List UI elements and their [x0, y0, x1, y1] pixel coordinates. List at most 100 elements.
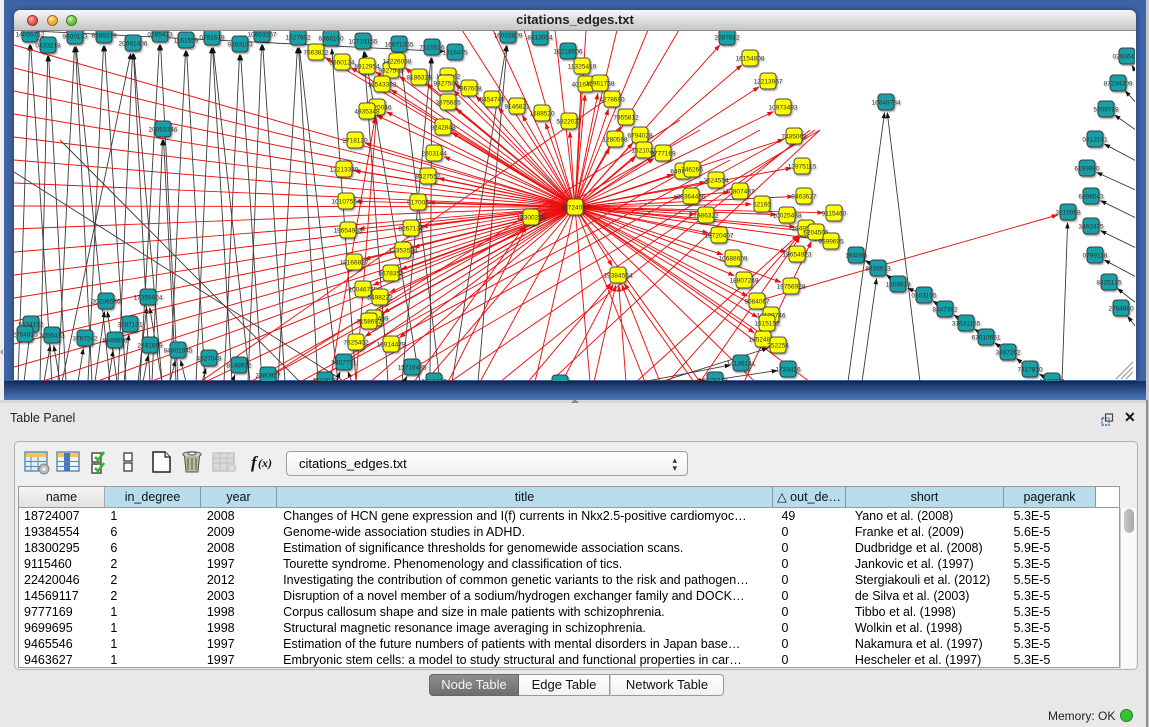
svg-text:164095: 164095 [845, 253, 867, 260]
svg-text:8813054: 8813054 [527, 35, 553, 42]
svg-text:1280598: 1280598 [602, 137, 628, 144]
svg-text:14136141: 14136141 [727, 361, 756, 368]
svg-text:252254: 252254 [767, 343, 789, 350]
svg-text:19756928: 19756928 [777, 284, 806, 291]
svg-text:15300285: 15300285 [517, 215, 546, 222]
svg-text:4278680: 4278680 [599, 97, 625, 104]
svg-text:2718120: 2718120 [342, 138, 368, 145]
svg-text:1527602: 1527602 [285, 35, 311, 42]
svg-text:3875685: 3875685 [435, 100, 461, 107]
svg-text:10719155: 10719155 [349, 39, 378, 46]
svg-text:13226058: 13226058 [383, 59, 412, 66]
svg-text:11325419: 11325419 [568, 64, 597, 71]
svg-text:1615152: 1615152 [754, 321, 780, 328]
svg-text:0265423: 0265423 [147, 32, 173, 39]
svg-text:4627048: 4627048 [196, 356, 222, 363]
svg-text:20206536: 20206536 [92, 299, 121, 306]
svg-text:8347382: 8347382 [932, 307, 958, 314]
svg-text:6998543: 6998543 [1078, 194, 1104, 201]
svg-text:0781618: 0781618 [199, 35, 225, 42]
svg-text:2803144: 2803144 [421, 151, 447, 158]
svg-text:8186328: 8186328 [406, 75, 432, 82]
svg-text:16033809: 16033809 [494, 33, 523, 40]
svg-text:9242848: 9242848 [430, 125, 456, 132]
svg-text:20691406: 20691406 [119, 41, 148, 48]
svg-text:10107554: 10107554 [332, 199, 361, 206]
svg-text:18724007: 18724007 [561, 205, 590, 212]
svg-text:1588520: 1588520 [529, 111, 555, 118]
svg-text:2691669: 2691669 [137, 343, 163, 350]
svg-text:3767242: 3767242 [72, 336, 98, 343]
svg-text:3215958: 3215958 [1055, 210, 1081, 217]
svg-text:8267130: 8267130 [398, 226, 424, 233]
svg-text:7955812: 7955812 [613, 115, 639, 122]
svg-text:19654923: 19654923 [783, 252, 812, 259]
svg-text:7317810: 7317810 [1017, 367, 1043, 374]
svg-text:3624554: 3624554 [703, 178, 729, 185]
svg-text:7986322: 7986322 [693, 213, 719, 220]
svg-text:0103105: 0103105 [911, 293, 937, 300]
svg-text:17359924: 17359924 [134, 295, 163, 302]
svg-text:4935348: 4935348 [354, 109, 380, 116]
svg-text:746266: 746266 [681, 167, 703, 174]
svg-text:1509839: 1509839 [885, 282, 911, 289]
svg-text:0433218: 0433218 [35, 43, 61, 50]
svg-text:6193990: 6193990 [1074, 166, 1100, 173]
svg-text:3387262: 3387262 [995, 350, 1021, 357]
svg-text:10961758: 10961758 [586, 81, 615, 88]
svg-text:9593103: 9593103 [227, 42, 253, 49]
svg-text:2880957: 2880957 [255, 373, 281, 380]
svg-text:16671355: 16671355 [385, 42, 414, 49]
svg-text:9777169: 9777169 [650, 151, 676, 158]
svg-text:19166827: 19166827 [340, 260, 369, 267]
svg-text:2784980: 2784980 [1108, 306, 1134, 313]
svg-text:6794028: 6794028 [627, 133, 653, 140]
svg-text:16154808: 16154808 [736, 56, 765, 63]
svg-text:02606474: 02606474 [1113, 54, 1135, 61]
svg-text:16648784: 16648784 [872, 100, 901, 107]
svg-text:8938923: 8938923 [865, 266, 891, 273]
svg-text:7515526: 7515526 [419, 45, 445, 52]
svg-text:8427552: 8427552 [415, 174, 441, 181]
svg-text:9699695: 9699695 [818, 239, 844, 246]
svg-text:8660124: 8660124 [329, 60, 355, 67]
svg-text:0799118: 0799118 [1083, 253, 1108, 260]
svg-text:1718227: 1718227 [421, 379, 447, 382]
svg-text:12213967: 12213967 [754, 79, 783, 86]
svg-text:1316475: 1316475 [442, 50, 468, 57]
svg-text:84801845: 84801845 [164, 348, 193, 355]
svg-text:10653267: 10653267 [248, 32, 277, 39]
svg-text:12353594: 12353594 [389, 248, 418, 255]
svg-text:8912954: 8912954 [354, 64, 380, 71]
svg-text:18807249: 18807249 [730, 278, 759, 285]
svg-text:1543039: 1543039 [312, 378, 338, 382]
svg-text:1733426: 1733426 [775, 367, 801, 374]
svg-text:9463627: 9463627 [791, 194, 817, 201]
svg-text:(x): (x) [258, 456, 272, 470]
svg-text:9084067: 9084067 [744, 299, 770, 306]
svg-text:6578713: 6578713 [702, 378, 728, 382]
svg-text:3158692: 3158692 [356, 319, 382, 326]
svg-text:19384554: 19384554 [604, 273, 633, 280]
svg-text:1161559: 1161559 [174, 38, 199, 45]
svg-text:16914479: 16914479 [377, 342, 406, 349]
svg-text:3287101: 3287101 [117, 322, 143, 329]
svg-text:15720407: 15720407 [705, 233, 734, 240]
svg-text:10973493: 10973493 [769, 105, 798, 112]
svg-text:9457791: 9457791 [331, 360, 357, 367]
svg-text:8425135: 8425135 [1096, 280, 1122, 287]
svg-text:12975115: 12975115 [788, 164, 817, 171]
svg-text:3462475: 3462475 [1078, 224, 1104, 231]
svg-text:9600133: 9600133 [62, 34, 88, 41]
svg-text:7663822: 7663822 [303, 50, 329, 57]
svg-text:5009788: 5009788 [1093, 107, 1119, 114]
svg-text:10807487: 10807487 [726, 189, 755, 196]
svg-text:2764835: 2764835 [14, 332, 38, 339]
svg-text:87234309: 87234309 [1104, 81, 1133, 88]
svg-text:67010651: 67010651 [972, 335, 1001, 342]
svg-text:4896383: 4896383 [547, 381, 573, 382]
svg-text:9327508: 9327508 [433, 81, 459, 88]
svg-text:2087682: 2087682 [714, 35, 740, 42]
svg-text:9146821: 9146821 [504, 104, 530, 111]
svg-text:19218506: 19218506 [554, 49, 583, 56]
